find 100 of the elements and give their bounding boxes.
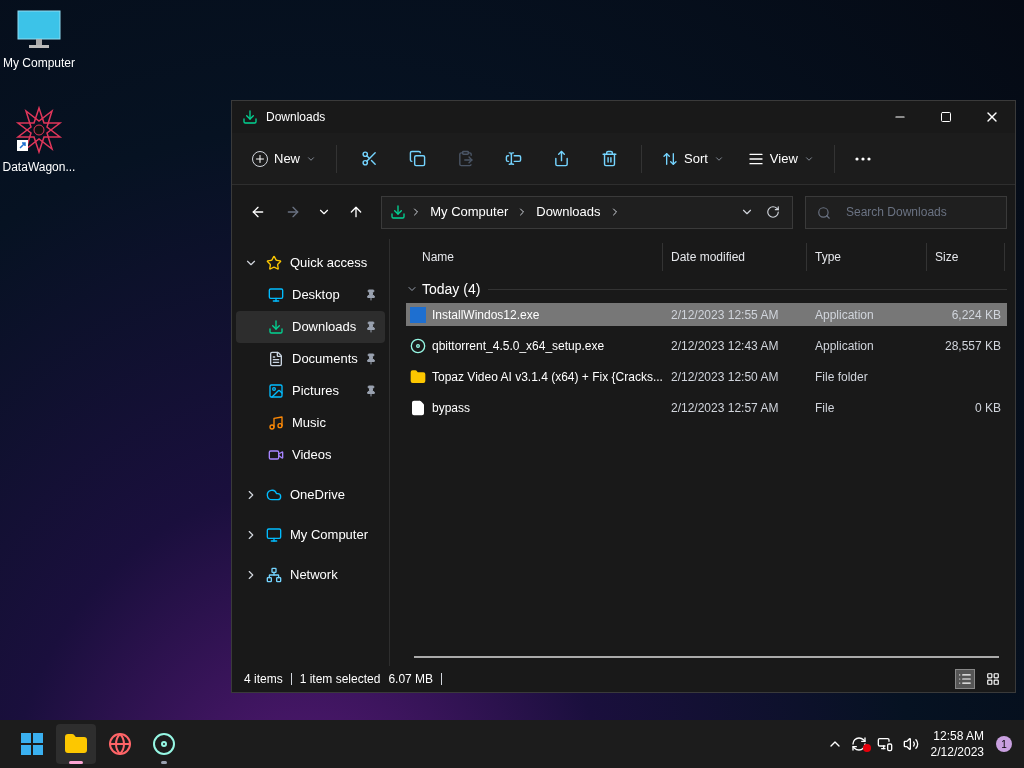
download-icon (242, 109, 258, 125)
monitor-icon (266, 527, 282, 543)
search-field[interactable]: Search Downloads (805, 195, 1007, 229)
file-row[interactable]: qbittorrent_4.5.0_x64_setup.exe 2/12/2023 12:43 AM Application 28,557 KB (406, 334, 1007, 357)
sidebar-label: Desktop (292, 286, 341, 305)
file-name: qbittorrent_4.5.0_x64_setup.exe (432, 337, 605, 355)
scissors-icon (360, 150, 378, 167)
file-row[interactable]: bypass 2/12/2023 12:57 AM File 0 KB (406, 396, 1007, 419)
file-name: bypass (432, 399, 471, 417)
network-icon (266, 567, 282, 583)
document-icon (268, 351, 284, 367)
app-icon (410, 306, 426, 323)
sort-arrows-icon (662, 150, 678, 167)
installer-icon (410, 337, 426, 354)
clock[interactable]: 12:58 AM 2/12/2023 (922, 728, 992, 760)
date-modified-cell-text: 2/12/2023 12:50 AM (670, 368, 780, 386)
breadcrumb[interactable]: My Computer (426, 202, 513, 222)
column-header[interactable]: Name (406, 243, 663, 271)
column-header[interactable]: Size (927, 243, 1005, 271)
sidebar-item[interactable]: Documents (236, 343, 385, 375)
size-cell-text: 0 KB (975, 399, 1001, 417)
window-title: Downloads (266, 109, 327, 126)
sidebar-label: OneDrive (290, 486, 346, 505)
column-header[interactable]: Date modified (663, 243, 807, 271)
monitor-icon[interactable] (17, 10, 61, 50)
date-modified-cell-text: 2/12/2023 12:57 AM (670, 399, 780, 417)
sidebar-label: My Computer (290, 526, 370, 545)
grid-icon (986, 672, 1000, 686)
sidebar-item[interactable]: OneDrive (236, 479, 385, 511)
desktop-icon-label[interactable]: My Computer (3, 54, 75, 72)
pin-icon[interactable] (365, 289, 377, 301)
view-button[interactable]: View (735, 140, 826, 177)
sort-button[interactable]: Sort (650, 140, 736, 177)
sidebar-item[interactable]: Pictures (236, 375, 385, 407)
sidebar-label: Videos (292, 446, 333, 465)
rename-icon (504, 150, 522, 167)
group-header[interactable]: Today (4) (422, 278, 481, 300)
trash-icon (600, 150, 618, 167)
new-button[interactable]: New (240, 140, 328, 177)
file-icon (410, 399, 426, 416)
type-cell-text: File folder (814, 368, 869, 386)
desktop-icon-label[interactable]: DataWagon... (2, 158, 76, 176)
sidebar-item[interactable]: Downloads (236, 311, 385, 343)
sidebar-label: Documents (292, 350, 359, 369)
list-icon (958, 672, 972, 686)
details-view-button[interactable] (955, 669, 975, 689)
star-icon (266, 255, 282, 271)
sidebar-label: Network (290, 566, 339, 585)
breadcrumb[interactable]: Downloads (532, 202, 605, 222)
file-name: Topaz Video AI v3.1.4 (x64) + Fix {Cracks... (432, 368, 663, 386)
sidebar-item[interactable]: My Computer (236, 519, 385, 551)
sidebar-item[interactable]: Music (236, 407, 385, 439)
selection-count: 1 item selected (299, 671, 381, 688)
sidebar-item[interactable]: Desktop (236, 279, 385, 311)
cloud-icon (266, 487, 282, 503)
sidebar-label: Quick access (290, 254, 369, 273)
copy-icon (408, 150, 426, 167)
file-row[interactable]: InstallWindos12.exe 2/12/2023 12:55 AM Application 6,224 KB (406, 303, 1007, 326)
maximize-icon (940, 111, 952, 123)
size-cell-text: 28,557 KB (944, 337, 1001, 355)
size-cell-text: 6,224 KB (951, 306, 1001, 324)
search-icon (817, 205, 831, 220)
horizontal-scrollbar[interactable] (414, 656, 999, 658)
sidebar-label: Pictures (292, 382, 340, 401)
more-icon (854, 156, 871, 161)
sidebar-label: Downloads (292, 318, 358, 337)
star-pattern-shortcut-icon[interactable] (15, 106, 63, 154)
video-icon (268, 447, 284, 463)
date-modified-cell-text: 2/12/2023 12:43 AM (670, 337, 780, 355)
refresh-icon (766, 205, 780, 219)
windows-logo (20, 732, 44, 756)
sidebar-item[interactable]: Videos (236, 439, 385, 471)
disc-icon (152, 732, 176, 756)
folder-icon (410, 368, 426, 385)
address-bar[interactable]: My Computer Downloads (381, 195, 793, 229)
pin-icon[interactable] (365, 321, 377, 333)
sidebar-item[interactable]: Quick access (236, 247, 385, 279)
share-icon (552, 150, 570, 167)
pin-icon[interactable] (365, 385, 377, 397)
globe-icon (108, 732, 132, 756)
sidebar-label: Music (292, 414, 327, 433)
volume-icon (902, 736, 919, 752)
folder-icon (64, 732, 88, 756)
type-cell-text: Application (814, 337, 875, 355)
pin-icon[interactable] (365, 353, 377, 365)
date-modified-cell-text: 2/12/2023 12:55 AM (670, 306, 780, 324)
column-header[interactable]: Type (807, 243, 927, 271)
type-cell-text: Application (814, 306, 875, 324)
sidebar-item[interactable]: Network (236, 559, 385, 591)
refresh-button[interactable] (766, 205, 780, 219)
file-row[interactable]: Topaz Video AI v3.1.4 (x64) + Fix {Cracks... 2/12/2023 12:50 AM File folder (406, 365, 1007, 388)
desktop-icon (268, 287, 284, 303)
paste-icon (456, 150, 474, 167)
picture-icon (268, 383, 284, 399)
selection-size: 6.07 MB (388, 671, 434, 688)
sync-icon (850, 736, 867, 752)
type-cell-text: File (814, 399, 836, 417)
download-icon (390, 204, 407, 220)
file-explorer-button[interactable] (56, 724, 96, 764)
notification-badge[interactable]: 1 (996, 736, 1012, 752)
